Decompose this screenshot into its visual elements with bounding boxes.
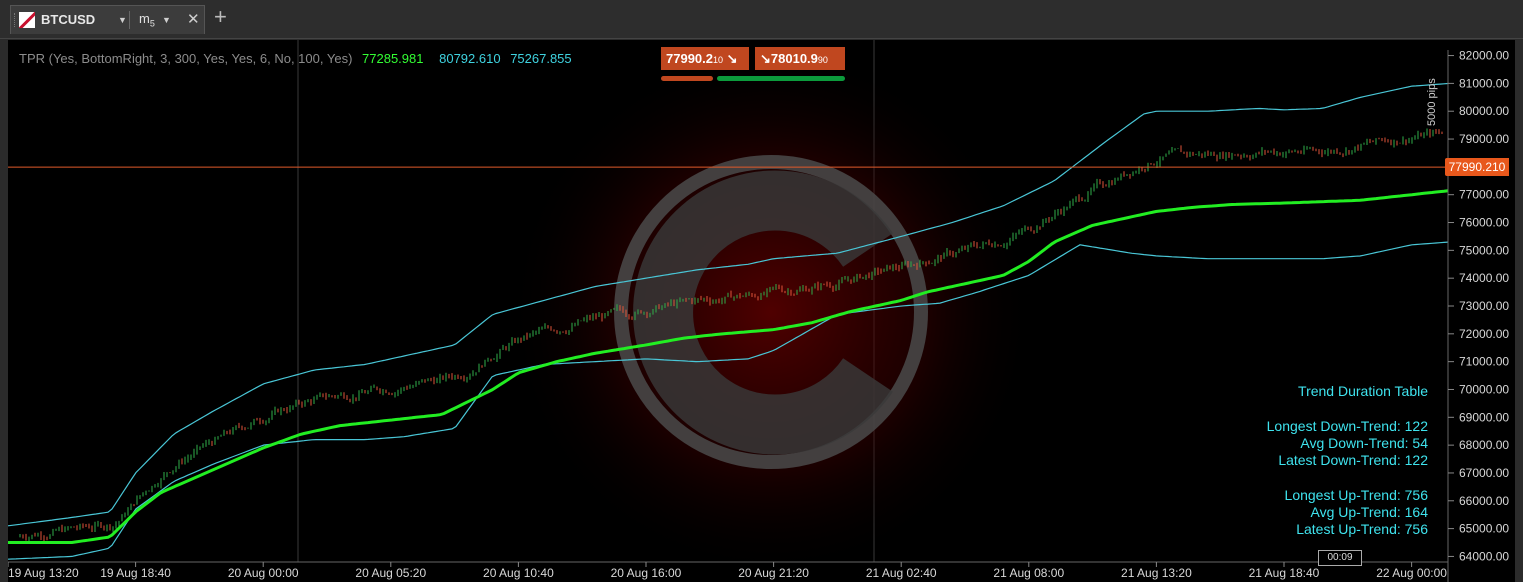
time-tick-label: 19 Aug 18:40 xyxy=(100,566,171,580)
indicator-legend: TPR (Yes, BottomRight, 3, 300, Yes, Yes,… xyxy=(19,51,572,66)
time-tick-label: 20 Aug 21:20 xyxy=(738,566,809,580)
indicator-value-lower: 75267.855 xyxy=(510,51,572,66)
longest-down-trend: Longest Down-Trend: 122 xyxy=(1266,418,1428,434)
chart-area[interactable]: 82000.0081000.0080000.0079000.0078000.00… xyxy=(8,40,1515,582)
buy-button[interactable]: ↘78010.990 xyxy=(755,47,845,70)
price-tick-label: 77000.00 xyxy=(1459,188,1509,202)
price-tick-label: 81000.00 xyxy=(1459,76,1509,90)
price-axis[interactable]: 82000.0081000.0080000.0079000.0078000.00… xyxy=(1448,49,1509,564)
currency-flag-icon xyxy=(19,12,35,28)
timeframe-unit: m xyxy=(139,11,150,26)
price-tick-label: 75000.00 xyxy=(1459,243,1509,257)
time-tick-label: 21 Aug 08:00 xyxy=(993,566,1064,580)
price-tick-label: 79000.00 xyxy=(1459,132,1509,146)
price-tick-label: 82000.00 xyxy=(1459,49,1509,63)
timeframe-dropdown-icon[interactable]: ▼ xyxy=(162,15,171,25)
sell-volume-bar xyxy=(661,76,713,81)
sell-arrow-icon: ↘ xyxy=(723,51,738,66)
avg-down-trend: Avg Down-Trend: 54 xyxy=(1300,435,1428,451)
time-tick-label: 20 Aug 05:20 xyxy=(355,566,426,580)
trading-app: BTCUSD ▼ m5 ▼ ✕ + 82000.00 81000.00 8000… xyxy=(0,0,1523,582)
buy-price: 78010.9 xyxy=(770,51,818,66)
longest-up-trend: Longest Up-Trend: 756 xyxy=(1284,487,1428,503)
latest-up-trend: Latest Up-Trend: 756 xyxy=(1296,521,1428,537)
sell-price: 77990.2 xyxy=(666,51,713,66)
new-tab-plus-icon[interactable]: + xyxy=(214,5,227,29)
tab-bar: BTCUSD ▼ m5 ▼ ✕ + xyxy=(0,0,1523,39)
price-tick-label: 80000.00 xyxy=(1459,104,1509,118)
indicator-title: TPR (Yes, BottomRight, 3, 300, Yes, Yes,… xyxy=(19,51,353,66)
price-tick-label: 64000.00 xyxy=(1459,549,1509,563)
timeframe-selector[interactable]: m5 xyxy=(139,11,155,29)
trend-duration-table: Trend Duration Table Longest Down-Trend:… xyxy=(1208,383,1428,538)
avg-up-trend: Avg Up-Trend: 164 xyxy=(1310,504,1428,520)
symbol-tab[interactable]: BTCUSD ▼ m5 ▼ ✕ xyxy=(10,5,205,34)
trend-table-title: Trend Duration Table xyxy=(1298,383,1428,399)
time-tick-label: 20 Aug 00:00 xyxy=(228,566,299,580)
time-tick-label: 19 Aug 13:20 xyxy=(8,566,79,580)
sell-price-pips: 10 xyxy=(713,55,724,65)
price-tick-label: 67000.00 xyxy=(1459,466,1509,480)
tab-divider xyxy=(129,11,130,29)
time-tick-label: 20 Aug 10:40 xyxy=(483,566,554,580)
price-tick-label: 73000.00 xyxy=(1459,299,1509,313)
price-tick-label: 70000.00 xyxy=(1459,382,1509,396)
candle-timer: 00:09 xyxy=(1318,550,1362,566)
buy-price-pips: 90 xyxy=(817,55,828,65)
watermark-logo xyxy=(506,47,1036,577)
price-tick-label: 72000.00 xyxy=(1459,327,1509,341)
close-tab-icon[interactable]: ✕ xyxy=(187,10,200,28)
current-price-tag: 77990.210 xyxy=(1445,158,1509,177)
price-tick-label: 74000.00 xyxy=(1459,271,1509,285)
price-tick-label: 65000.00 xyxy=(1459,522,1509,536)
price-tick-label: 76000.00 xyxy=(1459,216,1509,230)
time-tick-label: 22 Aug 00:00 xyxy=(1376,566,1447,580)
indicator-value-upper: 80792.610 xyxy=(439,51,501,66)
time-tick-label: 21 Aug 18:40 xyxy=(1249,566,1320,580)
price-tick-label: 69000.00 xyxy=(1459,410,1509,424)
price-tick-label: 71000.00 xyxy=(1459,355,1509,369)
latest-down-trend: Latest Down-Trend: 122 xyxy=(1278,452,1428,468)
symbol-dropdown-icon[interactable]: ▼ xyxy=(118,15,127,25)
time-tick-label: 21 Aug 02:40 xyxy=(866,566,937,580)
pips-ruler-label: 5000 pips xyxy=(1426,78,1438,126)
sell-button[interactable]: 77990.210 ↘ xyxy=(661,47,749,70)
time-tick-label: 21 Aug 13:20 xyxy=(1121,566,1192,580)
symbol-name[interactable]: BTCUSD xyxy=(41,12,95,27)
timeframe-value: 5 xyxy=(149,18,155,29)
buy-arrow-icon: ↘ xyxy=(760,51,771,66)
buy-volume-bar xyxy=(717,76,845,81)
time-tick-label: 20 Aug 16:00 xyxy=(611,566,682,580)
indicator-value-trend: 77285.981 xyxy=(362,51,424,66)
price-tick-label: 68000.00 xyxy=(1459,438,1509,452)
price-tick-label: 66000.00 xyxy=(1459,494,1509,508)
